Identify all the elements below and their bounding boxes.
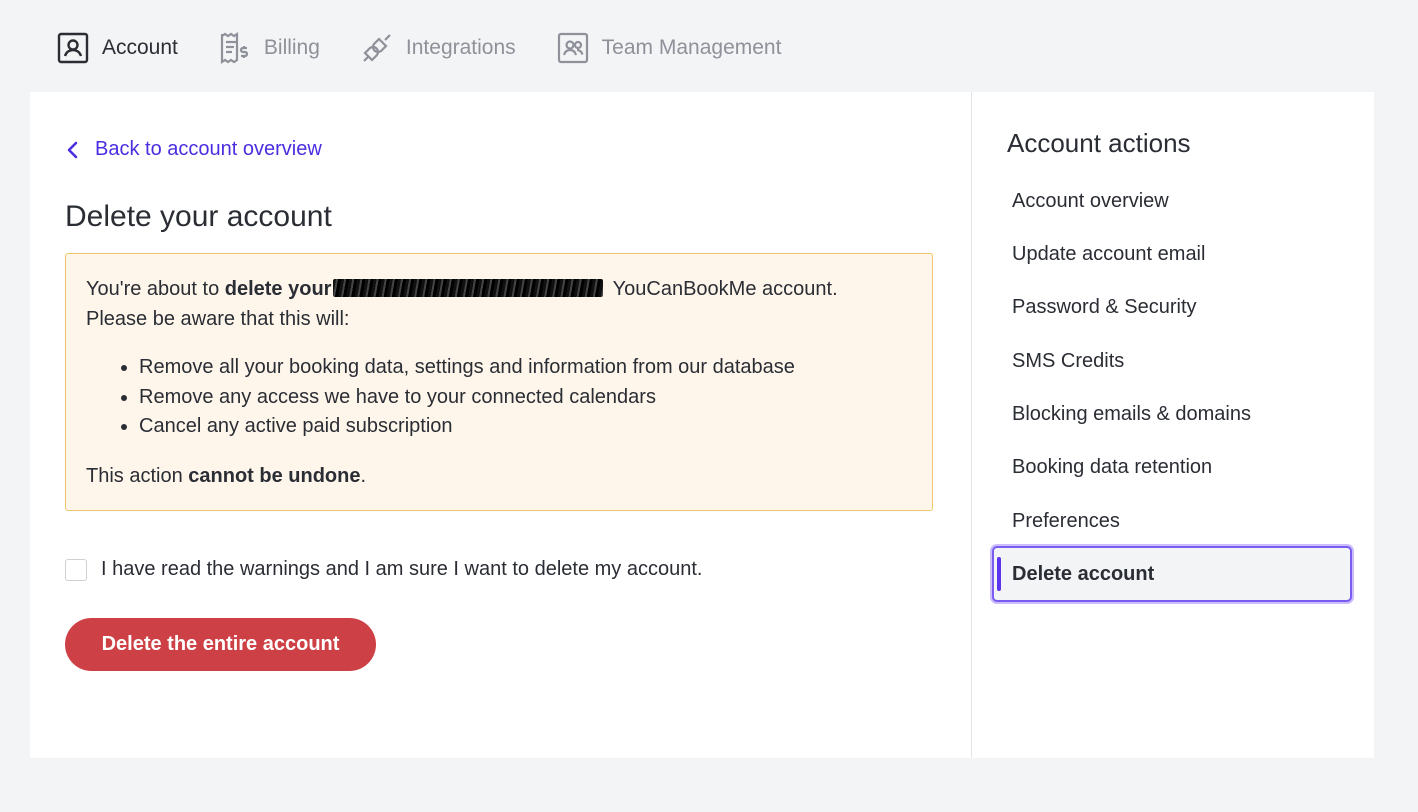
warning-intro: You're about to delete your YouCanBookMe… bbox=[86, 274, 912, 304]
sidebar-item-label: Preferences bbox=[1012, 509, 1120, 532]
sidebar-item-label: Booking data retention bbox=[1012, 455, 1213, 478]
sidebar-title: Account actions bbox=[1007, 128, 1191, 158]
billing-icon bbox=[218, 31, 252, 65]
sidebar-item-label: SMS Credits bbox=[1012, 349, 1125, 372]
warning-box: You're about to delete your YouCanBookMe… bbox=[65, 253, 933, 511]
tab-label: Account bbox=[102, 36, 178, 59]
sidebar-item-blocking-emails[interactable]: Blocking emails & domains bbox=[992, 386, 1352, 442]
panel-divider bbox=[971, 92, 972, 758]
redacted-email bbox=[333, 279, 604, 297]
account-panel: Back to account overview Delete your acc… bbox=[30, 92, 1374, 758]
confirm-delete-row[interactable]: I have read the warnings and I am sure I… bbox=[65, 558, 702, 581]
tab-label: Team Management bbox=[601, 36, 782, 59]
tab-label: Integrations bbox=[405, 36, 516, 59]
sidebar-item-data-retention[interactable]: Booking data retention bbox=[992, 439, 1352, 495]
integrations-icon bbox=[360, 31, 394, 65]
sidebar-item-update-email[interactable]: Update account email bbox=[992, 226, 1352, 282]
tab-team-management[interactable]: Team Management bbox=[556, 31, 782, 65]
warning-intro-prefix: You're about to bbox=[86, 278, 225, 300]
warning-list-item: Remove all your booking data, settings a… bbox=[139, 353, 912, 383]
sidebar-item-label: Account overview bbox=[1012, 189, 1169, 212]
sidebar-item-label: Update account email bbox=[1012, 242, 1206, 265]
warning-footer: This action cannot be undone. bbox=[86, 461, 912, 491]
account-icon bbox=[56, 31, 90, 65]
tab-billing[interactable]: Billing bbox=[218, 31, 320, 65]
delete-account-button[interactable]: Delete the entire account bbox=[65, 618, 376, 671]
sidebar-item-label: Blocking emails & domains bbox=[1012, 402, 1251, 425]
warning-list-item: Cancel any active paid subscription bbox=[139, 412, 912, 442]
sidebar-item-password-security[interactable]: Password & Security bbox=[992, 279, 1352, 335]
confirm-delete-checkbox[interactable] bbox=[65, 558, 87, 581]
page-title: Delete your account bbox=[65, 200, 332, 233]
sidebar-item-label: Delete account bbox=[1012, 562, 1155, 585]
confirm-delete-label: I have read the warnings and I am sure I… bbox=[101, 558, 703, 580]
back-to-overview-link[interactable]: Back to account overview bbox=[65, 138, 322, 161]
warning-list: Remove all your booking data, settings a… bbox=[86, 353, 912, 442]
top-tab-nav: Account Billing Integrations Team Manage… bbox=[56, 28, 821, 68]
tab-integrations[interactable]: Integrations bbox=[360, 31, 516, 65]
back-link-label: Back to account overview bbox=[95, 138, 322, 160]
warning-footer-prefix: This action bbox=[86, 464, 189, 487]
tab-account[interactable]: Account bbox=[56, 31, 178, 65]
sidebar-item-preferences[interactable]: Preferences bbox=[992, 493, 1352, 549]
warning-intro-bold: delete your bbox=[224, 278, 332, 300]
sidebar-item-label: Password & Security bbox=[1012, 295, 1197, 318]
sidebar-item-sms-credits[interactable]: SMS Credits bbox=[992, 333, 1352, 389]
chevron-left-icon bbox=[65, 140, 81, 160]
sidebar-item-account-overview[interactable]: Account overview bbox=[992, 173, 1352, 229]
sidebar-item-delete-account[interactable]: Delete account bbox=[992, 546, 1352, 602]
warning-footer-bold: cannot be undone bbox=[188, 464, 361, 487]
warning-list-item: Remove any access we have to your connec… bbox=[139, 383, 912, 413]
warning-intro-suffix: YouCanBookMe account. bbox=[607, 278, 838, 300]
tab-label: Billing bbox=[263, 36, 320, 59]
team-icon bbox=[556, 31, 590, 65]
warning-footer-suffix: . bbox=[360, 464, 367, 487]
warning-intro-line2: Please be aware that this will: bbox=[86, 308, 350, 330]
